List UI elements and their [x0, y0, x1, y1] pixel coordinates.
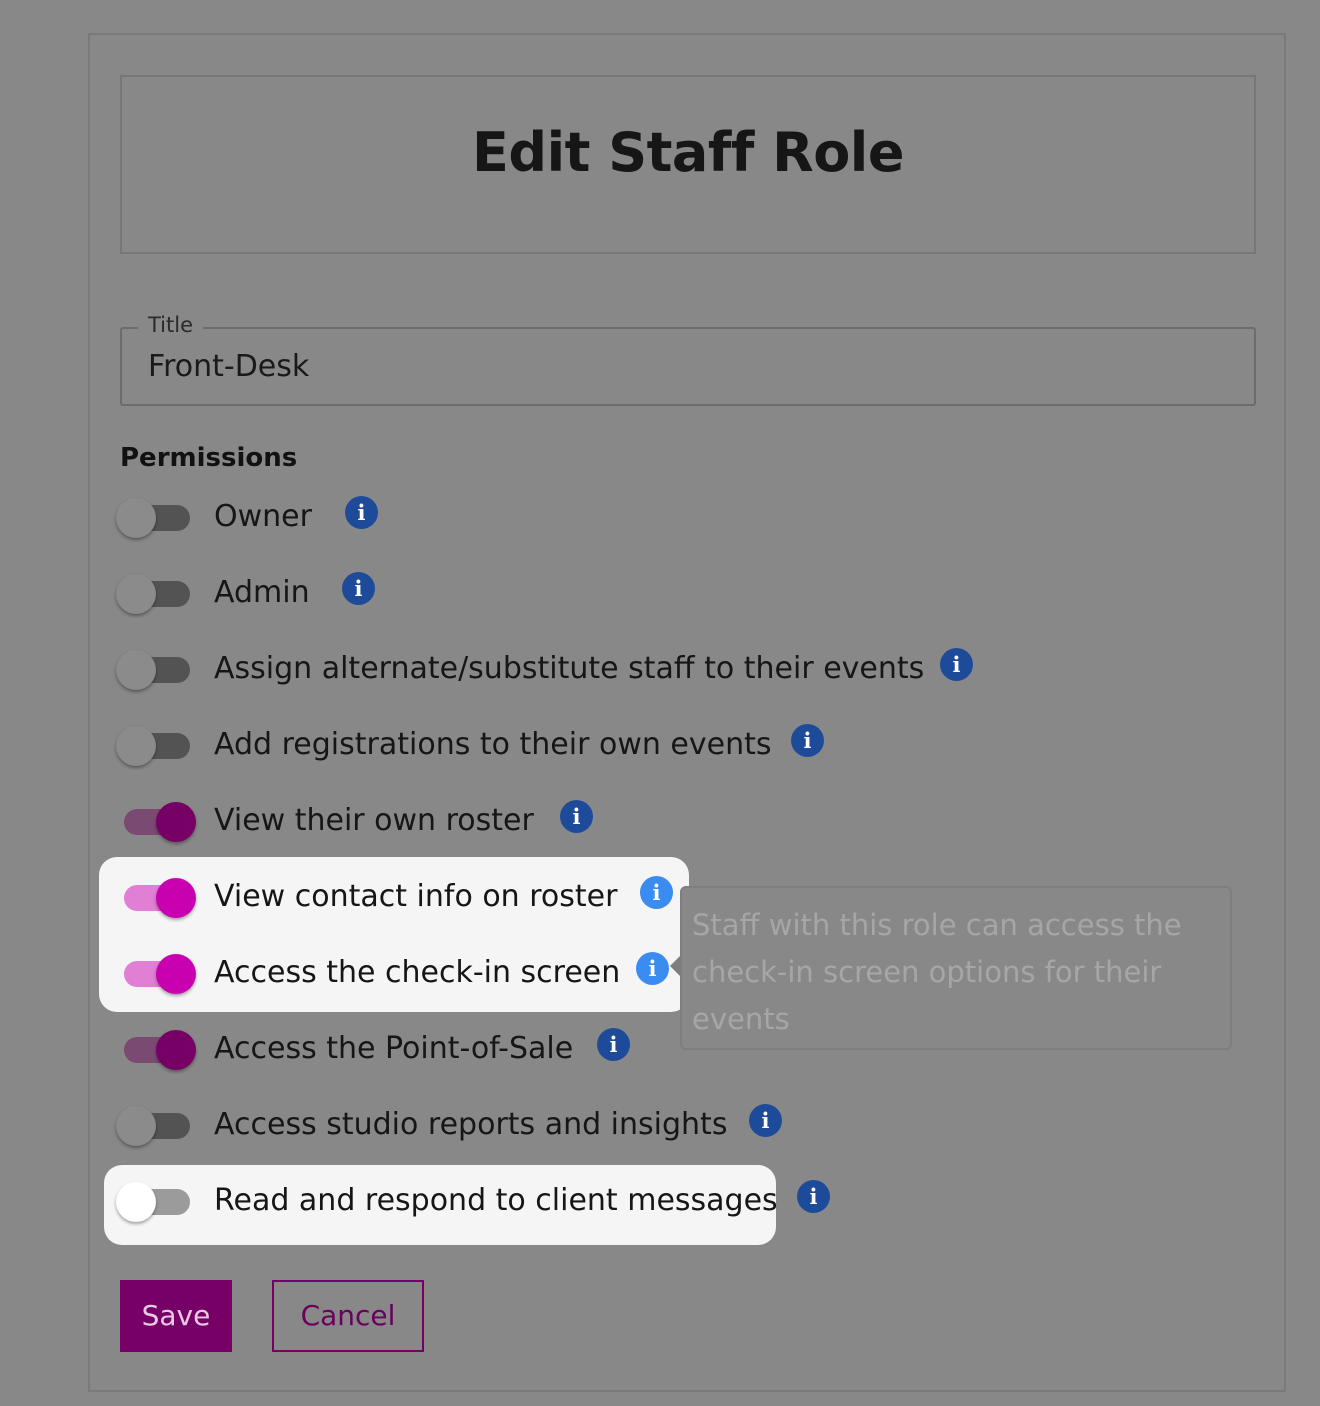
toggle-switch[interactable] [116, 574, 190, 614]
permission-label: Owner [214, 499, 312, 534]
permission-label: Access the Point-of-Sale [214, 1031, 574, 1066]
permission-label: Add registrations to their own events [214, 727, 772, 762]
permission-label: Access studio reports and insights [214, 1107, 728, 1142]
info-circle-icon[interactable]: i [940, 648, 973, 681]
permission-label: View contact info on roster [214, 879, 618, 914]
tooltip-text: Staff with this role can access the chec… [692, 908, 1182, 1036]
permission-label: Access the check-in screen [214, 955, 621, 990]
info-circle-icon[interactable]: i [640, 876, 673, 909]
toggle-switch[interactable] [116, 650, 190, 690]
info-circle-icon[interactable]: i [636, 952, 669, 985]
page-title: Edit Staff Role [472, 121, 904, 184]
toggle-switch[interactable] [120, 954, 196, 994]
info-circle-icon[interactable]: i [560, 800, 593, 833]
cancel-button[interactable]: Cancel [272, 1280, 424, 1352]
info-circle-icon[interactable]: i [791, 724, 824, 757]
info-circle-icon[interactable]: i [342, 572, 375, 605]
check-in-tooltip: Staff with this role can access the chec… [670, 886, 1232, 1050]
permissions-heading: Permissions [120, 443, 298, 473]
toggle-switch[interactable] [116, 726, 190, 766]
toggle-switch[interactable] [120, 802, 196, 842]
toggle-switch[interactable] [116, 1106, 190, 1146]
permission-label: Read and respond to client messages [214, 1183, 778, 1218]
info-circle-icon[interactable]: i [749, 1104, 782, 1137]
save-button[interactable]: Save [120, 1280, 232, 1352]
header-panel: Edit Staff Role [120, 75, 1256, 254]
toggle-switch[interactable] [116, 498, 190, 538]
title-field-label: Title [138, 313, 204, 337]
title-field[interactable]: Title Front-Desk [120, 313, 1256, 406]
info-circle-icon[interactable]: i [345, 496, 378, 529]
info-circle-icon[interactable]: i [797, 1180, 830, 1213]
permission-label: View their own roster [214, 803, 534, 838]
toggle-switch[interactable] [120, 1030, 196, 1070]
toggle-switch[interactable] [120, 878, 196, 918]
title-input-value[interactable]: Front-Desk [148, 349, 309, 384]
tooltip-arrow [670, 954, 682, 978]
permission-label: Admin [214, 575, 310, 610]
info-circle-icon[interactable]: i [597, 1028, 630, 1061]
permission-label: Assign alternate/substitute staff to the… [214, 651, 925, 686]
toggle-switch[interactable] [116, 1182, 190, 1222]
